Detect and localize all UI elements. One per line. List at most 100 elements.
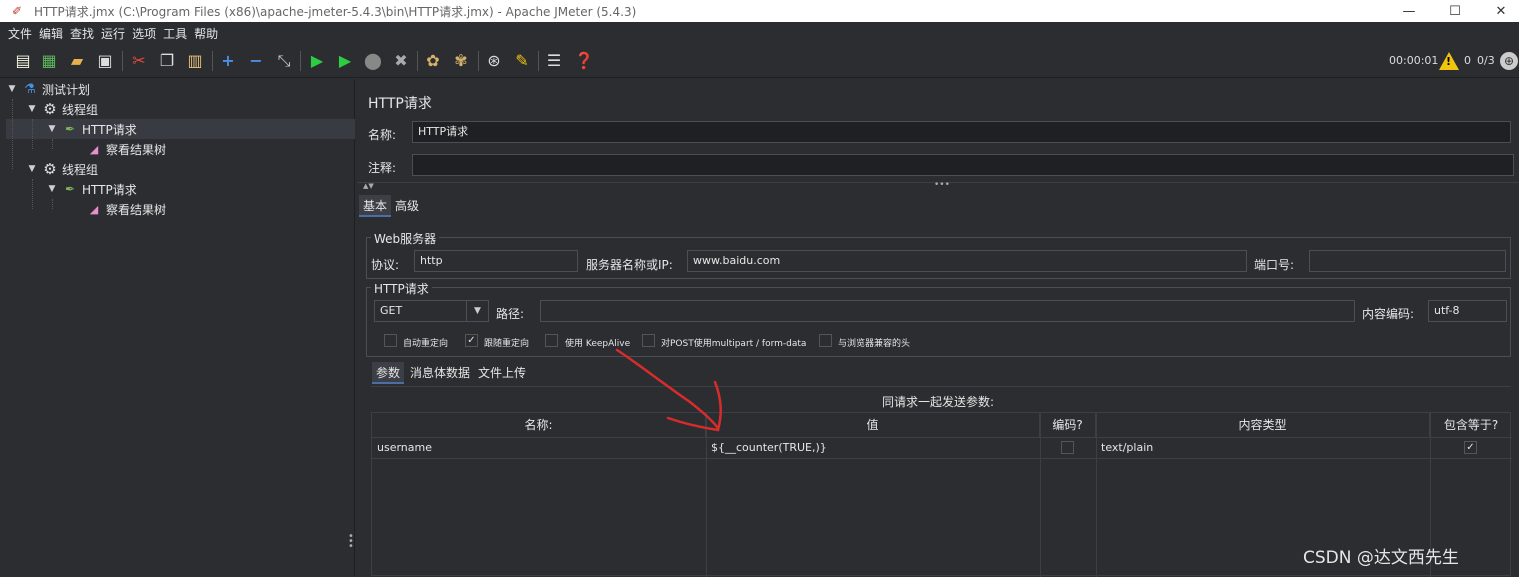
clear-icon[interactable]: ✿: [422, 50, 444, 72]
stop-icon[interactable]: ⬤: [362, 50, 384, 72]
sampler-pipette-icon: ✒: [64, 182, 76, 196]
http-request-panel: HTTP请求 名称: HTTP请求 注释: ▲▼ ••• 基本 高级 Web服务…: [357, 79, 1519, 577]
menu-file[interactable]: 文件: [8, 25, 32, 42]
chevron-down-icon[interactable]: ▼: [466, 301, 488, 321]
toolbar: ▤ ▦ ▰ ▣ ✂ ❐ ▥ + − ⤡ ▶ ▶ ⬤ ✖ ✿ ✾ ⊛ ✎ ☰ ❓ …: [0, 44, 1519, 78]
server-label: 服务器名称或IP:: [586, 258, 673, 272]
menu-options[interactable]: 选项: [132, 25, 156, 42]
expand-icon[interactable]: +: [217, 50, 239, 72]
start-icon[interactable]: ▶: [306, 50, 328, 72]
maximize-button[interactable]: ☐: [1432, 0, 1478, 22]
elapsed-timer: 00:00:01: [1389, 54, 1439, 67]
divider-handle[interactable]: •••: [934, 180, 950, 190]
params-caption: 同请求一起发送参数:: [882, 395, 995, 409]
tree-node-http-request[interactable]: ▼ ✒ HTTP请求: [46, 179, 137, 199]
path-field[interactable]: [540, 300, 1355, 322]
column-header-value[interactable]: 值: [706, 413, 1040, 437]
comment-label: 注释:: [368, 161, 397, 175]
tree-node-test-plan[interactable]: ▼ ⚗ 测试计划: [6, 79, 90, 99]
checkbox-follow-redirects[interactable]: ✓: [465, 334, 478, 347]
checkbox-label: 自动重定向: [403, 339, 449, 349]
checkbox-multipart[interactable]: [642, 334, 655, 347]
server-field[interactable]: www.baidu.com: [687, 250, 1247, 272]
table-cell-name[interactable]: username: [372, 438, 706, 458]
checkbox-label: 对POST使用multipart / form-data: [661, 339, 807, 349]
shutdown-icon[interactable]: ✖: [390, 50, 412, 72]
open-icon[interactable]: ▰: [66, 50, 88, 72]
tab-parameters[interactable]: 参数: [372, 362, 405, 384]
listener-graph-icon: ◢: [89, 142, 99, 156]
tree-node-results-tree[interactable]: ◢ 察看结果树: [86, 139, 166, 159]
splitter-handle[interactable]: • • •: [348, 532, 354, 552]
test-plan-icon: ⚗: [24, 81, 36, 97]
collapse-icon[interactable]: −: [245, 50, 267, 72]
close-button[interactable]: ✕: [1478, 0, 1519, 22]
templates-icon[interactable]: ▦: [38, 50, 60, 72]
name-label: 名称:: [368, 128, 397, 142]
toggle-icon[interactable]: ⤡: [273, 50, 295, 72]
path-label: 路径:: [496, 307, 525, 321]
chevron-down-icon[interactable]: ▼: [26, 104, 38, 114]
menu-bar: 文件 编辑 查找 运行 选项 工具 帮助: [0, 22, 1519, 44]
port-field[interactable]: [1309, 250, 1506, 272]
listener-graph-icon: ◢: [89, 202, 99, 216]
menu-help[interactable]: 帮助: [194, 25, 218, 42]
tab-basic[interactable]: 基本: [359, 195, 392, 217]
cut-icon[interactable]: ✂: [128, 50, 150, 72]
paste-icon[interactable]: ▥: [184, 50, 206, 72]
method-select[interactable]: GET ▼: [374, 300, 489, 322]
checkbox-label: 与浏览器兼容的头: [838, 339, 911, 349]
table-cell-encode-checkbox[interactable]: [1061, 441, 1074, 454]
remote-globe-icon[interactable]: ⊕: [1500, 52, 1518, 70]
tree-node-thread-group[interactable]: ▼ ⚙ 线程组: [26, 159, 98, 179]
copy-icon[interactable]: ❐: [156, 50, 178, 72]
column-header-content-type[interactable]: 内容类型: [1096, 413, 1430, 437]
tree-node-http-request[interactable]: ▼ ✒ HTTP请求: [46, 119, 137, 139]
chevron-down-icon[interactable]: ▼: [26, 164, 38, 174]
column-header-include-equals[interactable]: 包含等于?: [1430, 413, 1512, 437]
tree-node-results-tree[interactable]: ◢ 察看结果树: [86, 199, 166, 219]
menu-tools[interactable]: 工具: [163, 25, 187, 42]
test-plan-tree: ▼ ⚗ 测试计划 ▼ ⚙ 线程组 ▼ ✒ HTTP请求 ◢ 察看结果树 ▼ ⚙ …: [0, 79, 355, 576]
menu-edit[interactable]: 编辑: [39, 25, 63, 42]
search-icon[interactable]: ⊛: [483, 50, 505, 72]
tree-node-thread-group[interactable]: ▼ ⚙ 线程组: [26, 99, 98, 119]
protocol-label: 协议:: [371, 258, 400, 272]
checkbox-browser-headers[interactable]: [819, 334, 832, 347]
web-server-group-label: Web服务器: [371, 230, 440, 247]
table-cell-content-type[interactable]: text/plain: [1096, 438, 1430, 458]
name-field[interactable]: HTTP请求: [412, 121, 1511, 143]
checkbox-auto-redirect[interactable]: [384, 334, 397, 347]
table-cell-include-equals-checkbox[interactable]: ✓: [1464, 441, 1477, 454]
minimize-button[interactable]: —: [1386, 0, 1432, 22]
csdn-watermark: CSDN @达文西先生: [1303, 548, 1459, 568]
collapse-arrows-icon[interactable]: ▲▼: [363, 182, 374, 190]
http-request-group: [366, 287, 1511, 357]
protocol-field[interactable]: http: [414, 250, 578, 272]
menu-search[interactable]: 查找: [70, 25, 94, 42]
tab-body-data[interactable]: 消息体数据: [406, 362, 474, 384]
column-header-name[interactable]: 名称:: [372, 413, 706, 437]
checkbox-label: 使用 KeepAlive: [565, 339, 631, 349]
checkbox-label: 跟随重定向: [484, 339, 530, 349]
reset-search-icon[interactable]: ✎: [511, 50, 533, 72]
chevron-down-icon[interactable]: ▼: [46, 124, 58, 134]
port-label: 端口号:: [1254, 258, 1295, 272]
save-icon[interactable]: ▣: [94, 50, 116, 72]
start-no-pauses-icon[interactable]: ▶: [334, 50, 356, 72]
chevron-down-icon[interactable]: ▼: [6, 84, 18, 94]
tab-files-upload[interactable]: 文件上传: [474, 362, 530, 384]
function-helper-icon[interactable]: ☰: [543, 50, 565, 72]
checkbox-keepalive[interactable]: [545, 334, 558, 347]
table-cell-value[interactable]: ${__counter(TRUE,)}: [706, 438, 1040, 458]
chevron-down-icon[interactable]: ▼: [46, 184, 58, 194]
encoding-field[interactable]: utf-8: [1428, 300, 1507, 322]
comment-field[interactable]: [412, 154, 1514, 176]
column-header-encode[interactable]: 编码?: [1040, 413, 1096, 437]
help-icon[interactable]: ❓: [573, 50, 595, 72]
new-icon[interactable]: ▤: [12, 50, 34, 72]
tab-advanced[interactable]: 高级: [391, 195, 423, 217]
gear-icon: ⚙: [43, 100, 57, 118]
menu-run[interactable]: 运行: [101, 25, 125, 42]
clear-all-icon[interactable]: ✾: [450, 50, 472, 72]
